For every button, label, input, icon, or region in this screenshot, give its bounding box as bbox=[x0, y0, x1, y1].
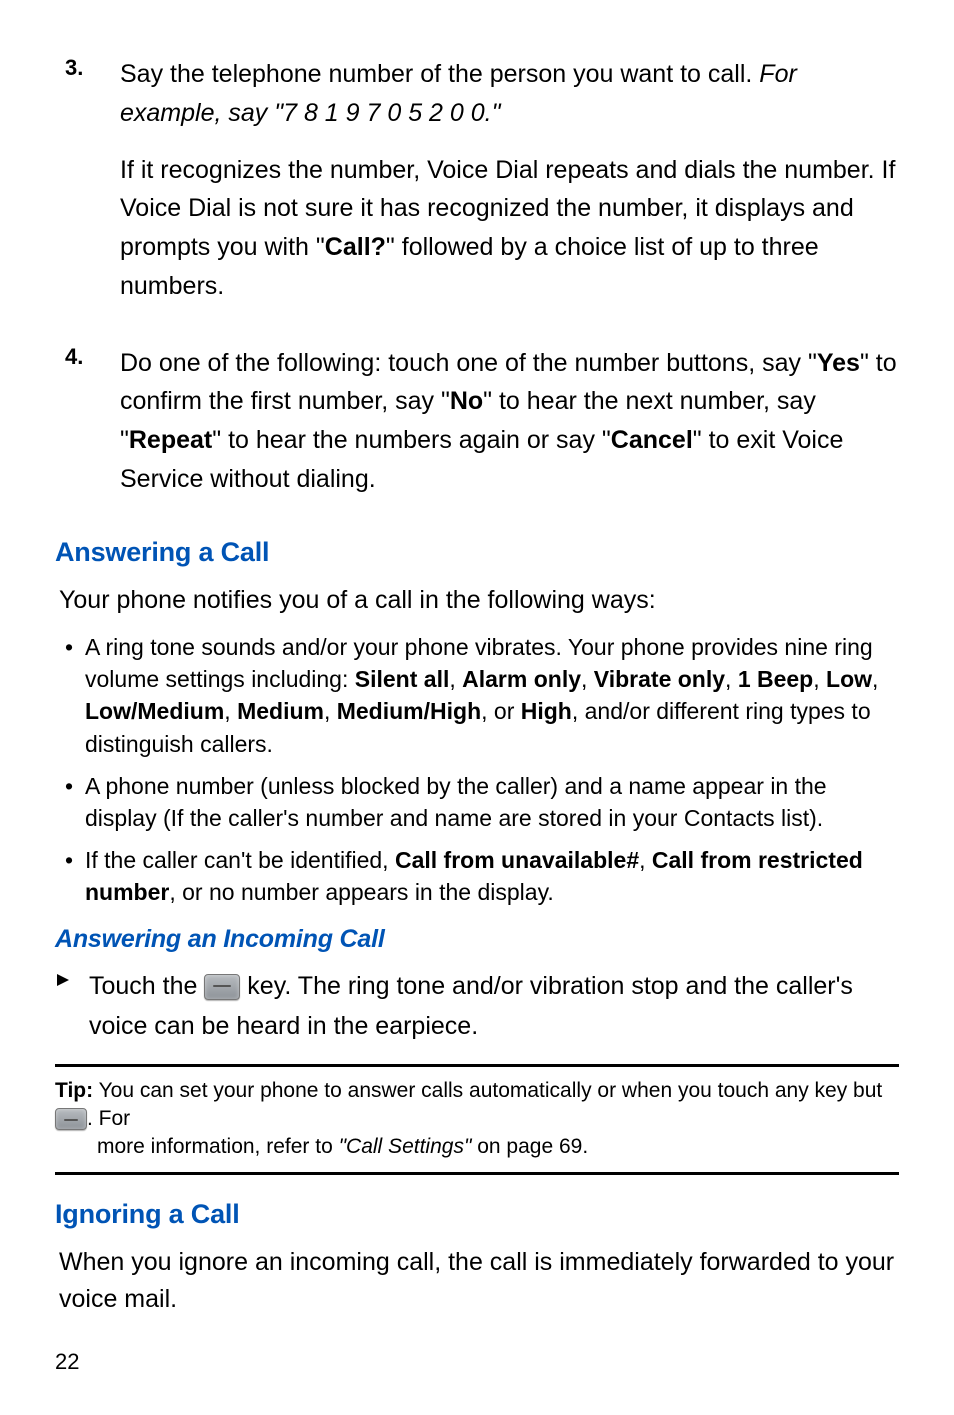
bullet-icon: • bbox=[65, 770, 85, 834]
bullet-1: A ring tone sounds and/or your phone vib… bbox=[85, 631, 899, 760]
ignoring-body: When you ignore an incoming call, the ca… bbox=[59, 1244, 899, 1319]
yes-option: Yes bbox=[817, 349, 860, 377]
bullet-icon: • bbox=[65, 844, 85, 908]
callerid-text: Call from unavailable# bbox=[395, 847, 639, 873]
bullet-icon: • bbox=[65, 631, 85, 760]
manual-page: 3. Say the telephone number of the perso… bbox=[0, 0, 954, 1415]
no-option: No bbox=[450, 387, 483, 415]
list-item: • A ring tone sounds and/or your phone v… bbox=[65, 631, 899, 760]
repeat-option: Repeat bbox=[129, 426, 212, 454]
triangle-icon bbox=[55, 966, 85, 1046]
step-number: 3. bbox=[55, 55, 120, 324]
heading-answering-incoming: Answering an Incoming Call bbox=[55, 925, 899, 954]
text: If the caller can't be identified, bbox=[85, 847, 395, 873]
cancel-option: Cancel bbox=[611, 426, 693, 454]
bullet-2: A phone number (unless blocked by the ca… bbox=[85, 770, 899, 834]
step-3-line-2: If it recognizes the number, Voice Dial … bbox=[120, 151, 899, 306]
bullet-3: If the caller can't be identified, Call … bbox=[85, 844, 899, 908]
setting: Alarm only bbox=[462, 666, 581, 692]
text: Say the telephone number of the person y… bbox=[120, 60, 759, 88]
setting: Silent all bbox=[355, 666, 450, 692]
text: more information, refer to bbox=[97, 1135, 339, 1158]
list-item: • A phone number (unless blocked by the … bbox=[65, 770, 899, 834]
text: on page 69. bbox=[471, 1135, 588, 1158]
text: , or no number appears in the display. bbox=[169, 879, 553, 905]
phone-key-icon bbox=[55, 1108, 87, 1130]
tip-line-2: more information, refer to "Call Setting… bbox=[97, 1133, 899, 1161]
heading-answering-a-call: Answering a Call bbox=[55, 537, 899, 568]
setting: Medium/High bbox=[337, 698, 481, 724]
step-number: 4. bbox=[55, 344, 120, 517]
step-3: 3. Say the telephone number of the perso… bbox=[55, 55, 899, 324]
answering-intro: Your phone notifies you of a call in the… bbox=[59, 582, 899, 620]
text: , or bbox=[481, 698, 521, 724]
text: Do one of the following: touch one of th… bbox=[120, 349, 817, 377]
text: You can set your phone to answer calls a… bbox=[93, 1079, 882, 1102]
text: , bbox=[224, 698, 237, 724]
text: Touch the bbox=[89, 972, 204, 1000]
setting: Low bbox=[826, 666, 872, 692]
setting: Vibrate only bbox=[594, 666, 725, 692]
setting: Low/Medium bbox=[85, 698, 224, 724]
step-4-text: Do one of the following: touch one of th… bbox=[120, 344, 899, 499]
text: , bbox=[324, 698, 337, 724]
list-item: • If the caller can't be identified, Cal… bbox=[65, 844, 899, 908]
phone-key-icon bbox=[204, 974, 240, 1000]
reference-link: "Call Settings" bbox=[339, 1135, 472, 1158]
step-3-line-1: Say the telephone number of the person y… bbox=[120, 55, 899, 133]
step-4: 4. Do one of the following: touch one of… bbox=[55, 344, 899, 517]
text: , bbox=[449, 666, 462, 692]
text: , bbox=[639, 847, 652, 873]
call-prompt: Call? bbox=[325, 233, 386, 261]
step-body: Say the telephone number of the person y… bbox=[120, 55, 899, 324]
text: . For bbox=[87, 1107, 130, 1130]
text: , bbox=[813, 666, 826, 692]
heading-ignoring-a-call: Ignoring a Call bbox=[55, 1199, 899, 1230]
tip-block: Tip: You can set your phone to answer ca… bbox=[55, 1064, 899, 1175]
page-number: 22 bbox=[55, 1349, 899, 1375]
setting: High bbox=[521, 698, 572, 724]
text: , bbox=[872, 666, 878, 692]
action-text: Touch the key. The ring tone and/or vibr… bbox=[85, 966, 899, 1046]
text: " to hear the numbers again or say " bbox=[212, 426, 611, 454]
step-body: Do one of the following: touch one of th… bbox=[120, 344, 899, 517]
action-row: Touch the key. The ring tone and/or vibr… bbox=[55, 966, 899, 1046]
notification-list: • A ring tone sounds and/or your phone v… bbox=[65, 631, 899, 909]
text: , bbox=[581, 666, 594, 692]
setting: Medium bbox=[237, 698, 324, 724]
text: , bbox=[725, 666, 738, 692]
tip-label: Tip: bbox=[55, 1079, 93, 1102]
setting: 1 Beep bbox=[738, 666, 813, 692]
